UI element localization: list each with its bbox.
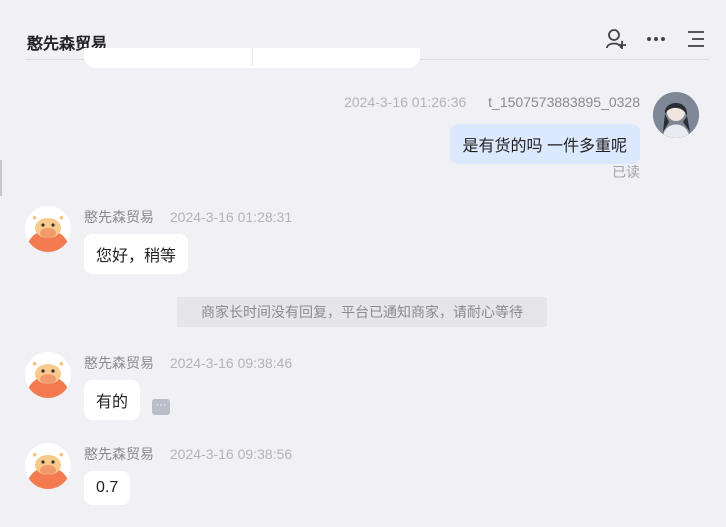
user-avatar-image [653,92,699,138]
message-meta: 憨先森贸易 2024-3-16 01:28:31 [84,207,292,227]
add-user-icon[interactable] [605,28,627,50]
cow-avatar-icon [25,443,71,489]
system-notice: 商家长时间没有回复，平台已通知商家，请耐心等待 [177,297,547,327]
self-message-bubble[interactable]: 是有货的吗 一件多重呢 [449,124,640,164]
message-bubble[interactable]: 您好，稍等 [84,234,189,274]
self-message-meta: 2024-3-16 01:26:36 t_1507573883895_0328 [344,94,640,110]
shop-avatar[interactable] [25,352,71,398]
more-options-icon[interactable]: ··· [152,399,170,415]
cow-avatar-icon [25,352,71,398]
message-time: 2024-3-16 09:38:56 [169,446,293,462]
message-time: 2024-3-16 01:28:31 [169,209,293,225]
shop-avatar[interactable] [25,206,71,252]
sender-name: 憨先森贸易 [84,209,154,225]
more-icon[interactable] [645,28,667,50]
user-avatar[interactable] [653,92,699,138]
message-meta: 憨先森贸易 2024-3-16 09:38:46 [84,353,292,373]
sender-name: 憨先森贸易 [84,446,154,462]
window-edge [0,160,2,196]
user-id: t_1507573883895_0328 [488,94,640,110]
cow-avatar-icon [25,206,71,252]
sender-name: 憨先森贸易 [84,355,154,371]
message-meta: 憨先森贸易 2024-3-16 09:38:56 [84,444,292,464]
shop-avatar[interactable] [25,443,71,489]
card-divider [252,48,253,66]
header-actions [605,28,707,50]
read-status: 已读 [612,164,640,180]
message-time: 2024-3-16 09:38:46 [169,355,293,371]
message-bubble[interactable]: 0.7 [84,471,131,505]
message-bubble[interactable]: 有的 [84,380,141,420]
previous-message-card [84,48,420,68]
menu-list-icon[interactable] [685,28,707,50]
message-time: 2024-3-16 01:26:36 [344,94,467,110]
